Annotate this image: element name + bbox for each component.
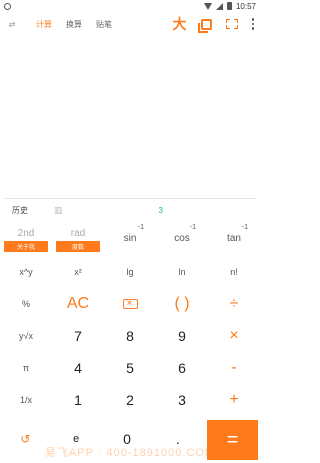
decimal-key[interactable]: .	[152, 418, 203, 460]
percent-key[interactable]: %	[0, 288, 52, 320]
digit-8-key[interactable]: 8	[104, 320, 156, 352]
backspace-icon	[122, 297, 138, 311]
digit-6-key[interactable]: 6	[156, 352, 208, 384]
copy-icon[interactable]	[197, 18, 212, 33]
status-bar: 10:57	[0, 0, 260, 12]
backspace-key[interactable]	[104, 288, 156, 320]
clock: 10:57	[235, 1, 256, 11]
history-icon[interactable]: ▥	[54, 205, 63, 216]
digit-5-key[interactable]: 5	[104, 352, 156, 384]
divide-key[interactable]: ÷	[208, 288, 260, 320]
second-function-badge: 关于我	[4, 241, 48, 252]
pi-key[interactable]: π	[0, 352, 52, 384]
tab-notes[interactable]: 贴笔	[96, 19, 112, 30]
digit-9-key[interactable]: 9	[156, 320, 208, 352]
history-label[interactable]: 历史	[12, 205, 28, 216]
reciprocal-key[interactable]: 1/x	[0, 384, 52, 416]
parentheses-key[interactable]: ( )	[156, 288, 208, 320]
tab-converter[interactable]: 换算	[66, 19, 82, 30]
minus-key[interactable]: -	[208, 352, 260, 384]
second-function-key[interactable]: 2nd 关于我	[0, 222, 52, 254]
fullscreen-icon[interactable]	[225, 19, 238, 29]
digit-3-key[interactable]: 3	[156, 384, 208, 416]
digit-4-key[interactable]: 4	[52, 352, 104, 384]
digit-1-key[interactable]: 1	[52, 384, 104, 416]
signal-icon	[215, 2, 223, 10]
rad-badge: 度数	[56, 241, 100, 252]
power-key[interactable]: x^y	[0, 256, 52, 288]
plus-key[interactable]: +	[208, 384, 260, 416]
tan-key[interactable]: tan -1	[208, 222, 260, 254]
mode-switch-icon[interactable]: ⇄	[2, 14, 22, 34]
tab-calculator[interactable]: 计算	[36, 19, 52, 30]
digit-0-key[interactable]: 0	[102, 418, 153, 460]
settings-status-icon	[4, 2, 11, 10]
log-key[interactable]: lg	[104, 256, 156, 288]
factorial-key[interactable]: n!	[208, 256, 260, 288]
calculator-display	[0, 36, 260, 196]
ln-key[interactable]: ln	[156, 256, 208, 288]
rad-key[interactable]: rad 度数	[52, 222, 104, 254]
battery-icon	[226, 2, 232, 10]
multiply-key[interactable]: ×	[208, 320, 260, 352]
more-menu-icon[interactable]	[251, 18, 254, 30]
equals-key[interactable]: =	[207, 420, 258, 460]
rotate-icon[interactable]: ↺	[0, 418, 51, 460]
root-key[interactable]: y√x	[0, 320, 52, 352]
sin-key[interactable]: sin -1	[104, 222, 156, 254]
cos-key[interactable]: cos -1	[156, 222, 208, 254]
divider	[4, 198, 256, 199]
wifi-icon	[203, 2, 212, 10]
keypad: 2nd 关于我 rad 度数 sin -1 cos -1 tan -1 x^y …	[0, 222, 260, 462]
history-count: 3	[158, 205, 163, 215]
top-bar: ⇄ 计算 换算 贴笔 大	[0, 13, 260, 35]
euler-key[interactable]: e	[51, 418, 102, 460]
digit-2-key[interactable]: 2	[104, 384, 156, 416]
clear-key[interactable]: AC	[52, 288, 104, 320]
square-key[interactable]: x²	[52, 256, 104, 288]
large-font-button[interactable]: 大	[173, 14, 187, 34]
digit-7-key[interactable]: 7	[52, 320, 104, 352]
info-row: 历史 ▥ 3	[0, 200, 260, 220]
